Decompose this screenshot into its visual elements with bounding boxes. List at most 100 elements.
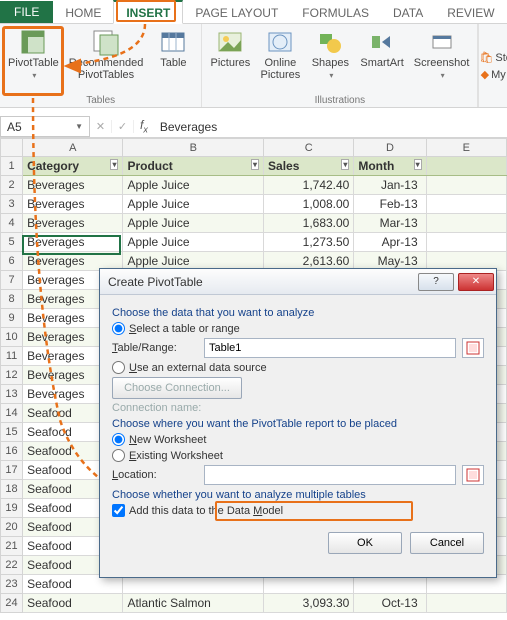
input-table-range[interactable] — [204, 338, 456, 358]
row-header[interactable]: 17 — [1, 461, 23, 480]
row-header[interactable]: 4 — [1, 214, 23, 233]
radio-select-table[interactable] — [112, 322, 125, 335]
online-pictures-button[interactable]: Online Pictures — [256, 26, 304, 83]
enter-entry-icon[interactable]: ✓ — [112, 120, 134, 133]
recommended-pivottables-button[interactable]: Recommended PivotTables — [65, 26, 148, 83]
shapes-button[interactable]: Shapes — [306, 26, 354, 83]
row-header[interactable]: 8 — [1, 290, 23, 309]
dialog-titlebar[interactable]: Create PivotTable ? ✕ — [100, 269, 496, 295]
tab-data[interactable]: DATA — [381, 2, 435, 23]
tab-home[interactable]: HOME — [53, 2, 113, 23]
col-header-e[interactable]: E — [426, 139, 506, 157]
tab-insert[interactable]: INSERT — [113, 0, 183, 24]
filter-icon[interactable]: ▾ — [341, 159, 349, 170]
range-picker-icon[interactable] — [462, 465, 484, 485]
tab-pagelayout[interactable]: PAGE LAYOUT — [183, 2, 290, 23]
myapps-button[interactable]: ◆My A — [481, 68, 507, 81]
row-header[interactable]: 15 — [1, 423, 23, 442]
row-header[interactable]: 3 — [1, 195, 23, 214]
cell[interactable] — [426, 157, 506, 176]
row-header[interactable]: 20 — [1, 518, 23, 537]
name-box[interactable]: A5 ▼ — [0, 116, 90, 137]
input-location[interactable] — [204, 465, 456, 485]
row-header[interactable]: 19 — [1, 499, 23, 518]
col-header-b[interactable]: B — [123, 139, 264, 157]
cell[interactable] — [426, 233, 506, 252]
cell-sales[interactable]: 1,273.50 — [264, 233, 354, 252]
cancel-entry-icon[interactable]: ✕ — [90, 120, 112, 133]
cell[interactable] — [426, 594, 506, 613]
pivottable-button[interactable]: PivotTable — [4, 26, 63, 83]
radio-external-source[interactable] — [112, 361, 125, 374]
row-header[interactable]: 24 — [1, 594, 23, 613]
table-button[interactable]: Table — [149, 26, 197, 71]
row-header[interactable]: 6 — [1, 252, 23, 271]
row-header[interactable]: 2 — [1, 176, 23, 195]
row-header[interactable]: 21 — [1, 537, 23, 556]
store-button[interactable]: 🛍Stor — [479, 51, 507, 64]
row-header[interactable]: 14 — [1, 404, 23, 423]
tab-review[interactable]: REVIEW — [435, 2, 506, 23]
table-header-product[interactable]: Product▾ — [123, 157, 264, 176]
formula-bar[interactable]: Beverages — [154, 120, 217, 134]
range-picker-icon[interactable] — [462, 338, 484, 358]
smartart-button[interactable]: SmartArt — [356, 26, 407, 71]
row-header[interactable]: 1 — [1, 157, 23, 176]
col-header-d[interactable]: D — [354, 139, 426, 157]
help-button[interactable]: ? — [418, 273, 454, 291]
dropdown-icon[interactable]: ▼ — [75, 122, 83, 131]
radio-existing-worksheet[interactable] — [112, 449, 125, 462]
cell[interactable] — [426, 176, 506, 195]
cell-sales[interactable]: 1,683.00 — [264, 214, 354, 233]
col-header-c[interactable]: C — [264, 139, 354, 157]
cell-product[interactable]: Apple Juice — [123, 214, 264, 233]
cell-month[interactable]: Jan-13 — [354, 176, 426, 195]
ok-button[interactable]: OK — [328, 532, 402, 554]
filter-icon[interactable]: ▾ — [414, 159, 422, 170]
row-header[interactable]: 5 — [1, 233, 23, 252]
row-header[interactable]: 7 — [1, 271, 23, 290]
table-header-month[interactable]: Month▾ — [354, 157, 426, 176]
cell-month[interactable]: Oct-13 — [354, 594, 426, 613]
col-header-a[interactable]: A — [23, 139, 123, 157]
row-header[interactable]: 23 — [1, 575, 23, 594]
cell-month[interactable]: Feb-13 — [354, 195, 426, 214]
pictures-button[interactable]: Pictures — [206, 26, 254, 71]
row-header[interactable]: 22 — [1, 556, 23, 575]
row-header[interactable]: 10 — [1, 328, 23, 347]
cell-product[interactable]: Apple Juice — [123, 195, 264, 214]
checkbox-data-model[interactable] — [112, 504, 125, 517]
table-header-category[interactable]: Category▾ — [23, 157, 123, 176]
row-header[interactable]: 16 — [1, 442, 23, 461]
cell-month[interactable]: Apr-13 — [354, 233, 426, 252]
row-header[interactable]: 18 — [1, 480, 23, 499]
select-all-corner[interactable] — [1, 139, 23, 157]
row-header[interactable]: 9 — [1, 309, 23, 328]
screenshot-button[interactable]: Screenshot — [410, 26, 474, 83]
cell-sales[interactable]: 1,742.40 — [264, 176, 354, 195]
row-header[interactable]: 12 — [1, 366, 23, 385]
cell-product[interactable]: Atlantic Salmon — [123, 594, 264, 613]
cell-category[interactable]: Beverages — [23, 195, 123, 214]
cell-category[interactable]: Beverages — [23, 176, 123, 195]
cell[interactable] — [426, 214, 506, 233]
radio-new-worksheet[interactable] — [112, 433, 125, 446]
cell-category[interactable]: Seafood — [23, 594, 123, 613]
cell-month[interactable]: Mar-13 — [354, 214, 426, 233]
cell-category[interactable]: Beverages — [23, 233, 123, 252]
cancel-button[interactable]: Cancel — [410, 532, 484, 554]
cell[interactable] — [426, 195, 506, 214]
tab-file[interactable]: FILE — [0, 1, 53, 23]
filter-icon[interactable]: ▾ — [251, 159, 259, 170]
cell-sales[interactable]: 3,093.30 — [264, 594, 354, 613]
cell-category[interactable]: Beverages — [23, 214, 123, 233]
close-button[interactable]: ✕ — [458, 273, 494, 291]
cell-product[interactable]: Apple Juice — [123, 233, 264, 252]
row-header[interactable]: 11 — [1, 347, 23, 366]
filter-icon[interactable]: ▾ — [110, 159, 118, 170]
table-header-sales[interactable]: Sales▾ — [264, 157, 354, 176]
tab-formulas[interactable]: FORMULAS — [290, 2, 381, 23]
cell-sales[interactable]: 1,008.00 — [264, 195, 354, 214]
row-header[interactable]: 13 — [1, 385, 23, 404]
fx-icon[interactable]: fx — [134, 118, 154, 134]
